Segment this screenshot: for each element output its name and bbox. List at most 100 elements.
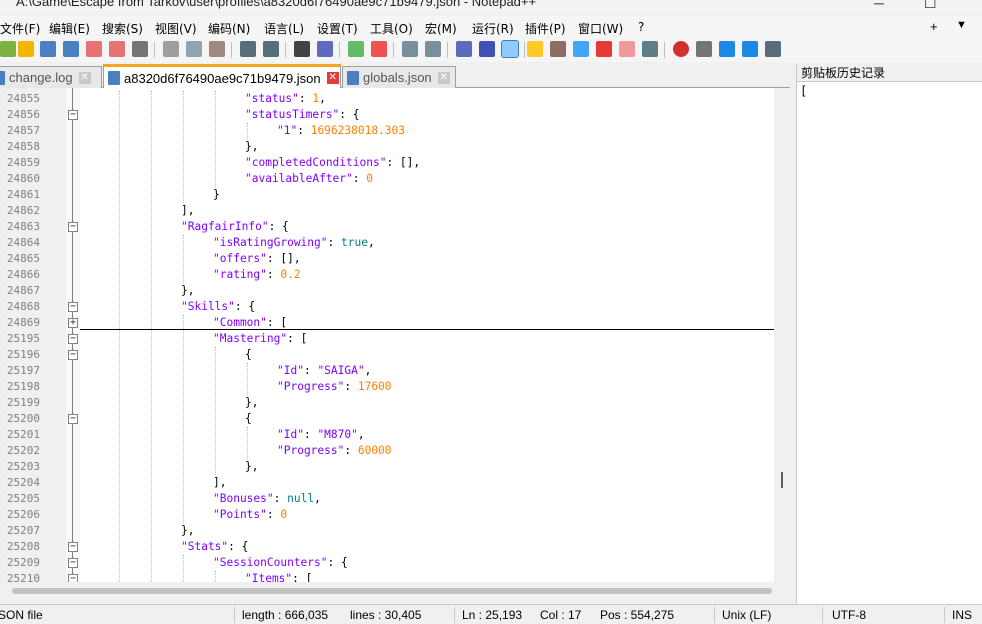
fold-collapse-icon[interactable]: −: [68, 350, 78, 360]
menu-help[interactable]: ?: [638, 20, 644, 34]
tab-globals-json[interactable]: globals.json ✕: [342, 66, 456, 88]
save-macro-icon[interactable]: [765, 41, 781, 57]
cut-icon[interactable]: [163, 41, 179, 57]
paste-icon[interactable]: [209, 41, 225, 57]
editor-line[interactable]: 24859 "completedConditions": [],: [0, 155, 774, 171]
menu-language[interactable]: 语言(L): [264, 20, 304, 37]
status-column[interactable]: Col : 17: [540, 605, 581, 624]
fold-collapse-icon[interactable]: −: [68, 222, 78, 232]
zoom-out-icon[interactable]: [371, 41, 387, 57]
horizontal-scroll-thumb[interactable]: [12, 588, 772, 594]
editor-line[interactable]: 25208 − "Stats": {: [0, 539, 774, 555]
menu-macro[interactable]: 宏(M): [425, 20, 457, 37]
tab-list-dropdown[interactable]: ▼: [956, 19, 967, 31]
editor-line[interactable]: 25203},: [0, 459, 774, 475]
tab-change-log[interactable]: change.log ✕: [0, 66, 102, 88]
editor-line[interactable]: 25197 "Id": "SAIGA",: [0, 363, 774, 379]
replace-icon[interactable]: [317, 41, 333, 57]
udl-icon[interactable]: [527, 41, 543, 57]
status-line-number[interactable]: Ln : 25,193: [462, 605, 522, 624]
close-tab-icon[interactable]: ✕: [78, 71, 91, 84]
status-encoding[interactable]: UTF-8: [832, 605, 866, 624]
menu-view[interactable]: 视图(V): [155, 20, 197, 37]
fold-collapse-icon[interactable]: −: [68, 334, 78, 344]
editor-line[interactable]: 24856 − "statusTimers": {: [0, 107, 774, 123]
editor-line[interactable]: 25204],: [0, 475, 774, 491]
monitoring-eye-icon[interactable]: [642, 41, 658, 57]
editor-line[interactable]: 25209 − "SessionCounters": {: [0, 555, 774, 571]
editor-line[interactable]: 25202 "Progress": 60000: [0, 443, 774, 459]
folder-as-workspace-icon[interactable]: [619, 41, 635, 57]
close-tab-icon[interactable]: ✕: [437, 71, 450, 84]
show-all-chars-icon[interactable]: [479, 41, 495, 57]
editor-line[interactable]: 24857 "1": 1696238018.303: [0, 123, 774, 139]
fold-collapse-icon[interactable]: −: [68, 558, 78, 568]
status-insert-mode[interactable]: INS: [952, 605, 972, 624]
record-macro-icon[interactable]: [673, 41, 689, 57]
fold-collapse-icon[interactable]: −: [68, 414, 78, 424]
editor-line[interactable]: 25206 "Points": 0: [0, 507, 774, 523]
menu-window[interactable]: 窗口(W): [578, 20, 623, 37]
editor-line[interactable]: 24866 "rating": 0.2: [0, 267, 774, 283]
open-file-icon[interactable]: [18, 41, 34, 57]
editor-line[interactable]: 25207},: [0, 523, 774, 539]
stop-macro-icon[interactable]: [696, 41, 712, 57]
close-file-icon[interactable]: [86, 41, 102, 57]
function-list-icon[interactable]: [573, 41, 589, 57]
editor-line[interactable]: 25195 − "Mastering": [: [0, 331, 774, 347]
editor-line[interactable]: 24855 "status": 1,: [0, 91, 774, 107]
menu-file[interactable]: 文件(F): [0, 20, 40, 37]
status-eol[interactable]: Unix (LF): [722, 605, 771, 624]
menu-run[interactable]: 运行(R): [472, 20, 514, 37]
maximize-button[interactable]: ☐: [924, 0, 937, 12]
editor-line[interactable]: 25200 − {: [0, 411, 774, 427]
editor-line[interactable]: 25199},: [0, 395, 774, 411]
doc-map-icon[interactable]: [550, 41, 566, 57]
fold-collapse-icon[interactable]: −: [68, 574, 78, 582]
play-macro-icon[interactable]: [719, 41, 735, 57]
zoom-in-icon[interactable]: [348, 41, 364, 57]
menu-plugins[interactable]: 插件(P): [525, 20, 566, 37]
indent-guide-icon[interactable]: [501, 40, 519, 58]
editor-line[interactable]: 24858},: [0, 139, 774, 155]
editor-line[interactable]: 24869 + "Common": [: [0, 315, 774, 331]
sync-vertical-icon[interactable]: [402, 41, 418, 57]
new-tab-plus-button[interactable]: +: [930, 19, 938, 34]
copy-icon[interactable]: [186, 41, 202, 57]
menu-encoding[interactable]: 编码(N): [208, 20, 250, 37]
save-all-icon[interactable]: [63, 41, 79, 57]
clipboard-entry[interactable]: [: [800, 84, 807, 98]
editor-line[interactable]: 25210 − "Items": [: [0, 571, 774, 582]
tab-active-json[interactable]: a8320d6f76490ae9c71b9479.json ✕: [103, 64, 341, 89]
save-icon[interactable]: [40, 41, 56, 57]
menu-tools[interactable]: 工具(O): [370, 20, 413, 37]
find-icon[interactable]: [294, 41, 310, 57]
menu-settings[interactable]: 设置(T): [317, 20, 358, 37]
vertical-scroll-thumb[interactable]: [781, 472, 783, 488]
editor-line[interactable]: 24860 "availableAfter": 0: [0, 171, 774, 187]
editor-line[interactable]: 24865 "offers": [],: [0, 251, 774, 267]
close-tab-icon[interactable]: ✕: [326, 72, 339, 84]
menu-edit[interactable]: 编辑(E): [49, 20, 90, 37]
close-all-icon[interactable]: [109, 41, 125, 57]
vertical-scrollbar[interactable]: [774, 88, 790, 582]
status-position[interactable]: Pos : 554,275: [600, 605, 674, 624]
editor-line[interactable]: 25205 "Bonuses": null,: [0, 491, 774, 507]
menu-search[interactable]: 搜索(S): [102, 20, 143, 37]
editor-line[interactable]: 24864 "isRatingGrowing": true,: [0, 235, 774, 251]
folder-workspace-icon[interactable]: [596, 41, 612, 57]
editor-line[interactable]: 24868 − "Skills": {: [0, 299, 774, 315]
sync-horizontal-icon[interactable]: [425, 41, 441, 57]
editor-line[interactable]: 25201 "Id": "M870",: [0, 427, 774, 443]
fold-expand-icon[interactable]: +: [68, 318, 78, 328]
fold-collapse-icon[interactable]: −: [68, 302, 78, 312]
editor-line[interactable]: 24863 − "RagfairInfo": {: [0, 219, 774, 235]
editor-text-area[interactable]: 24855 "status": 1, 24856 − "statusTimers": {…: [0, 88, 774, 582]
editor-line[interactable]: 25196 − {: [0, 347, 774, 363]
editor-line[interactable]: 25198 "Progress": 17600: [0, 379, 774, 395]
undo-icon[interactable]: [240, 41, 256, 57]
minimize-button[interactable]: ─: [874, 0, 884, 11]
fold-collapse-icon[interactable]: −: [68, 110, 78, 120]
horizontal-scrollbar[interactable]: [0, 582, 790, 600]
word-wrap-icon[interactable]: [456, 41, 472, 57]
